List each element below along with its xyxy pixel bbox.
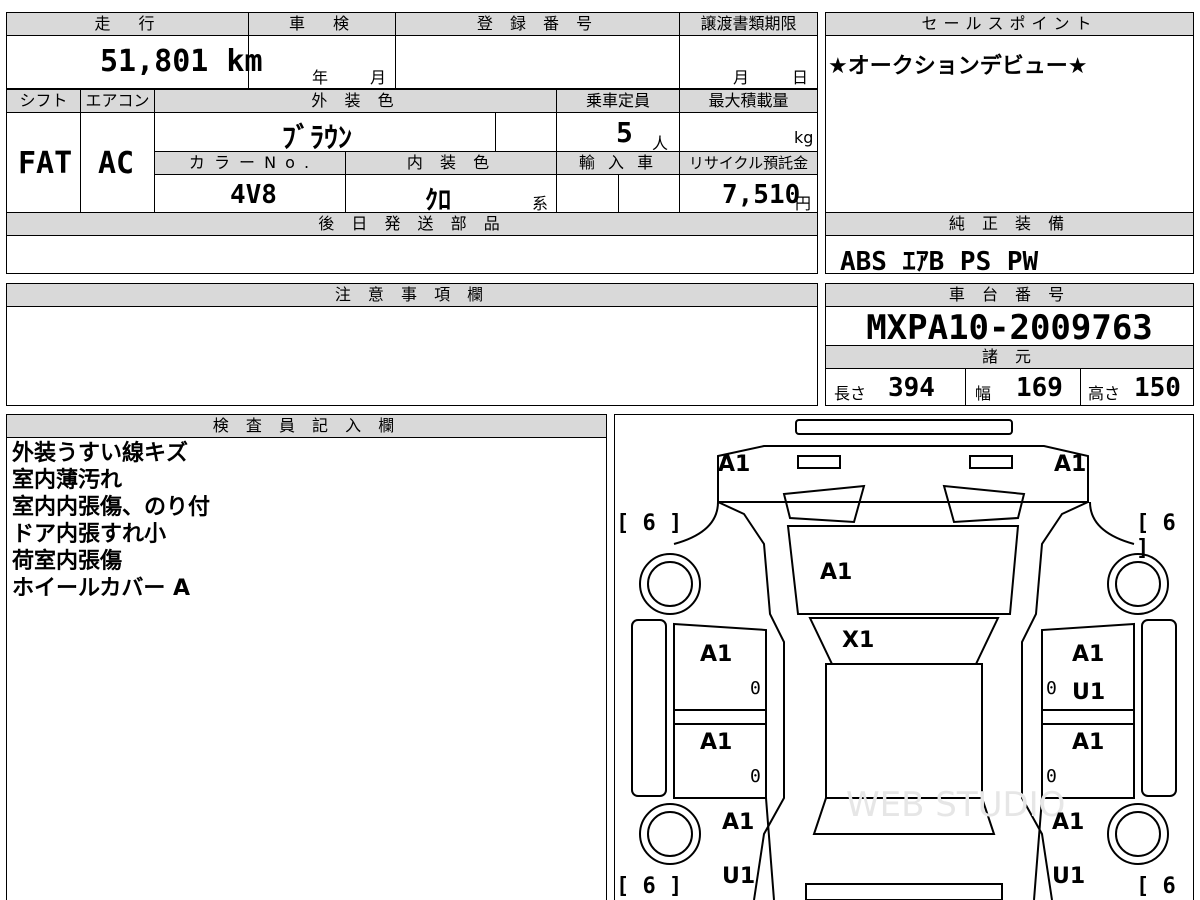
inspection-year-unit: 年 <box>312 68 329 87</box>
height-label: 高さ <box>1088 384 1121 403</box>
transfer-month-unit: 月 <box>733 68 750 87</box>
import-cell-a <box>556 174 619 213</box>
zero-mark: 0 <box>750 678 761 699</box>
zero-mark: 0 <box>1046 766 1057 787</box>
width-label: 幅 <box>975 384 992 403</box>
mark-fr-door-u: U1 <box>1072 680 1106 705</box>
shift-header: シフト <box>6 89 81 113</box>
chassis-header: 車 台 番 号 <box>825 283 1194 307</box>
height-value: 150 <box>1134 373 1181 403</box>
inspection-month-unit: 月 <box>370 68 387 87</box>
load-unit: kg <box>794 128 814 147</box>
color-no-header: カ ラ ー N o . <box>154 151 346 175</box>
exterior-color-header: 外 装 色 <box>154 89 557 113</box>
mileage-value: 51,801 km <box>100 44 263 79</box>
inspector-note-line: ホイールカバー A <box>12 576 191 601</box>
shift-value: FAT <box>18 146 73 181</box>
capacity-header: 乗車定員 <box>556 89 680 113</box>
import-header: 輸 入 車 <box>556 151 680 175</box>
mileage-header: 走 行 <box>6 12 249 36</box>
transfer-deadline-header: 譲渡書類期限 <box>679 12 818 36</box>
watermark: WEB STUDIO <box>846 785 1065 825</box>
length-label: 長さ <box>834 384 867 403</box>
later-parts-cell <box>6 235 818 274</box>
mark-front-left: A1 <box>718 452 751 477</box>
sales-point-text: ★オークションデビュー★ <box>828 54 1088 79</box>
mark-windshield: X1 <box>842 628 875 653</box>
mark-rear-right: A1 <box>1052 810 1085 835</box>
inspection-header: 車 検 <box>248 12 396 36</box>
tire-front-right: [ 6 ] <box>1136 511 1176 561</box>
max-load-header: 最大積載量 <box>679 89 818 113</box>
registration-header: 登 録 番 号 <box>395 12 680 36</box>
zero-mark: 0 <box>750 766 761 787</box>
tire-rear-right: [ 6 ] <box>1136 874 1176 900</box>
inspector-header: 検 査 員 記 入 欄 <box>6 414 607 438</box>
width-value: 169 <box>1016 373 1063 403</box>
mark-rear-left-u: U1 <box>722 864 756 889</box>
equipment-text: ABS ｴｱB PS PW <box>840 247 1039 277</box>
mark-fl-door: A1 <box>700 642 733 667</box>
exterior-color-value: ﾌﾞﾗｳﾝ <box>282 121 353 154</box>
sales-point-header: セールスポイント <box>825 12 1194 36</box>
mark-hood: A1 <box>820 560 853 585</box>
mark-rear-left: A1 <box>722 810 755 835</box>
exterior-color-extra-cell <box>495 112 557 152</box>
mark-rear-right-u: U1 <box>1052 864 1086 889</box>
zero-mark: 0 <box>1046 678 1057 699</box>
recycle-fee-header: リサイクル預託金 <box>679 151 818 175</box>
import-cell-b <box>618 174 680 213</box>
later-parts-header: 後 日 発 送 部 品 <box>6 212 818 236</box>
caution-header: 注 意 事 項 欄 <box>6 283 818 307</box>
inspector-note-line: 外装うすい線キズ <box>12 441 189 466</box>
recycle-unit: 円 <box>795 194 812 213</box>
interior-suffix: 系 <box>532 194 549 213</box>
color-no-value: 4V8 <box>230 180 277 210</box>
capacity-value: 5 <box>616 116 633 149</box>
aircon-header: エアコン <box>80 89 155 113</box>
mark-front-right: A1 <box>1054 452 1087 477</box>
inspector-note-line: ドア内張すれ小 <box>12 522 167 547</box>
inspector-note-line: 室内薄汚れ <box>12 468 123 493</box>
mark-rl-door: A1 <box>700 730 733 755</box>
transfer-day-unit: 日 <box>792 68 809 87</box>
inspector-note-line: 荷室内張傷 <box>12 549 123 574</box>
inspector-notes: 外装うすい線キズ 室内薄汚れ 室内内張傷、のり付 ドア内張すれ小 荷室内張傷 ホ… <box>12 440 210 602</box>
chassis-number: MXPA10-2009763 <box>866 308 1153 348</box>
mark-rr-door: A1 <box>1072 730 1105 755</box>
registration-cell <box>395 35 680 89</box>
tire-front-left: [ 6 ] <box>616 511 683 536</box>
interior-color-header: 内 装 色 <box>345 151 557 175</box>
inspector-note-line: 室内内張傷、のり付 <box>12 495 211 520</box>
aircon-value: AC <box>98 146 135 181</box>
specs-header: 諸 元 <box>825 345 1194 369</box>
tire-rear-left: [ 6 ] <box>616 874 683 899</box>
mark-fr-door-a: A1 <box>1072 642 1105 667</box>
sales-point-box <box>825 12 1194 213</box>
length-value: 394 <box>888 373 935 403</box>
recycle-fee-value: 7,510 <box>722 180 801 210</box>
equipment-header: 純 正 装 備 <box>825 212 1194 236</box>
